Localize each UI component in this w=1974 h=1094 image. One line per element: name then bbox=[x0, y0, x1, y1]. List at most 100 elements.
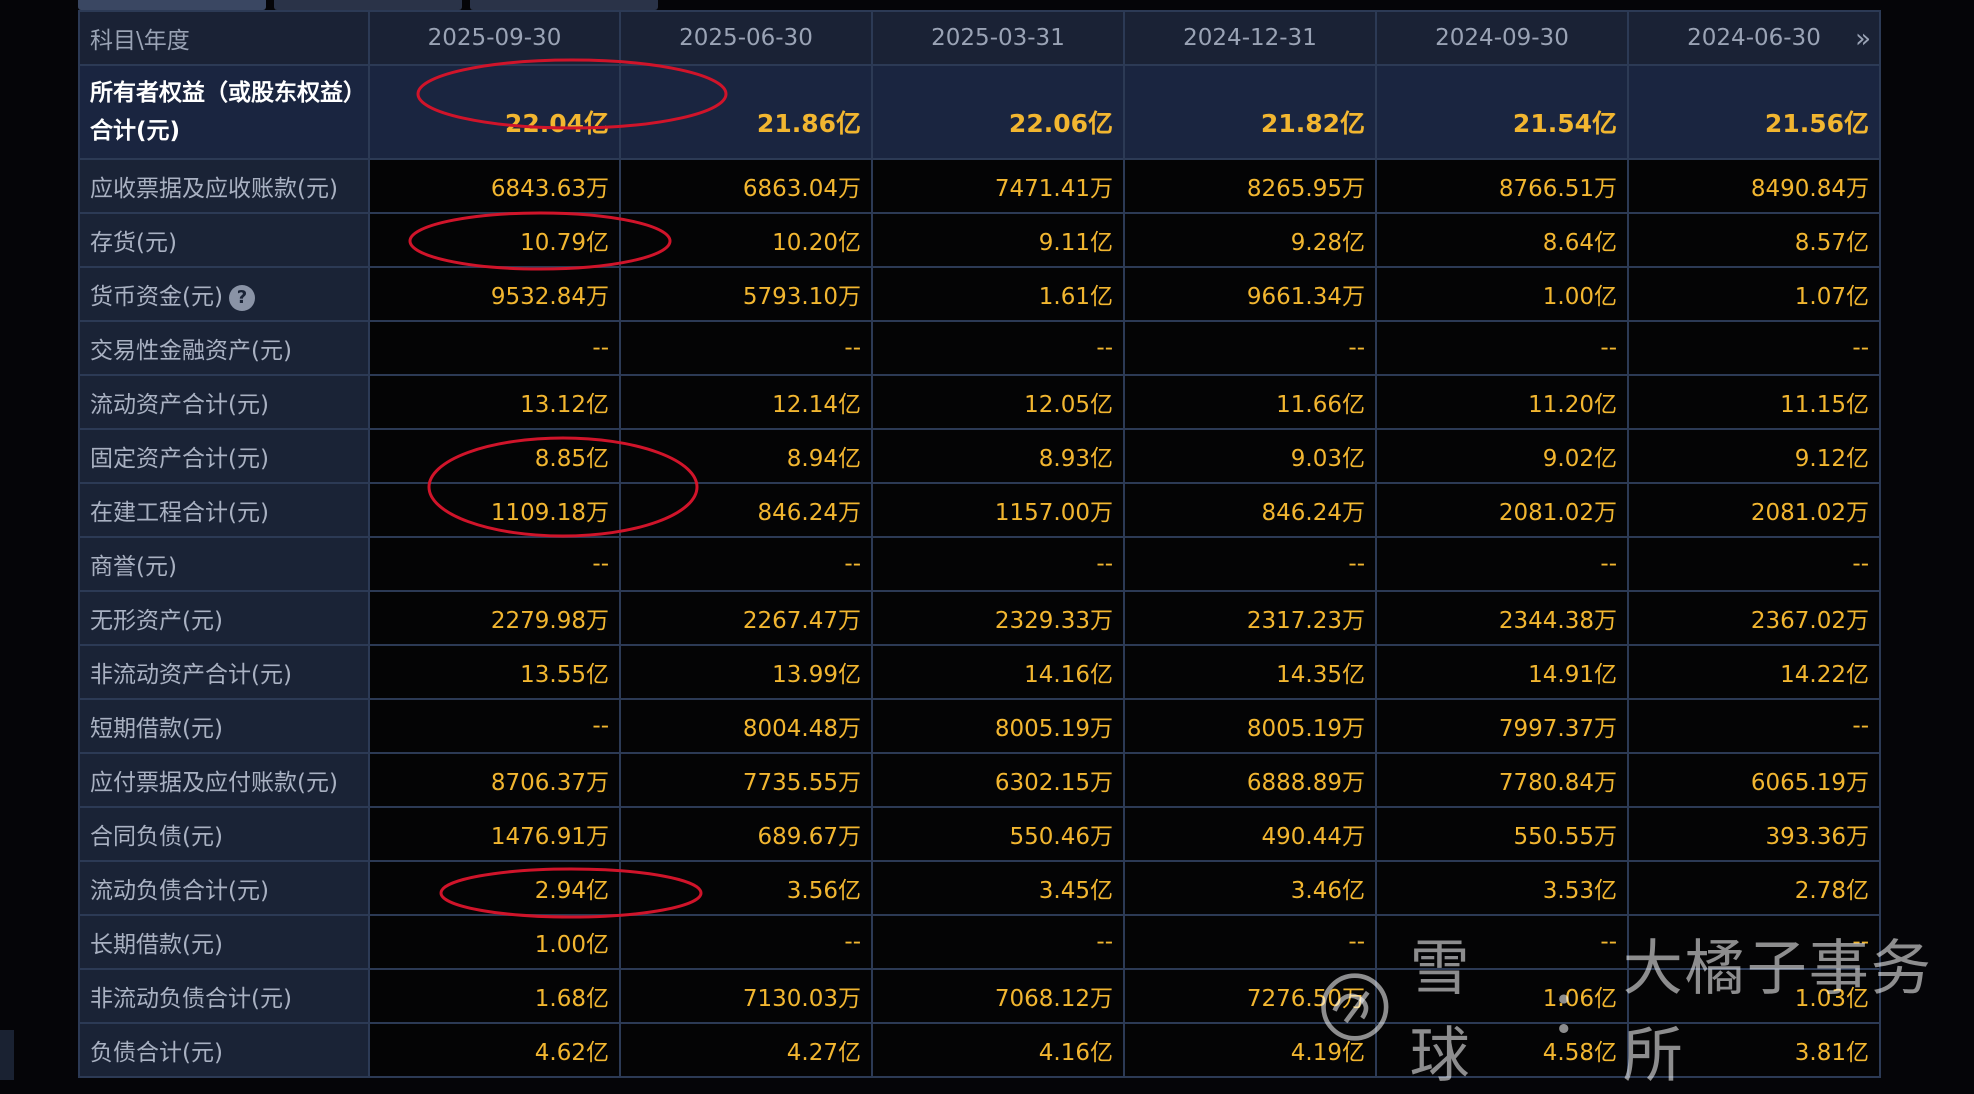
table-row[interactable]: 短期借款(元) -- 8004.48万 8005.19万 8005.19万 7997.37… bbox=[78, 698, 1881, 754]
value-cell: 8.94亿 bbox=[619, 428, 873, 484]
watermark-author: 大橘子事务所 bbox=[1622, 934, 1933, 1091]
value-cell: 8265.95万 bbox=[1123, 158, 1377, 214]
value-cell: 13.99亿 bbox=[619, 644, 873, 700]
row-label-cell: 货币资金(元)? bbox=[78, 266, 370, 322]
value-cell: 490.44万 bbox=[1123, 806, 1377, 862]
value-cell: 9.11亿 bbox=[871, 212, 1125, 268]
row-label-cell: 流动资产合计(元) bbox=[78, 374, 370, 430]
value-cell: 11.15亿 bbox=[1627, 374, 1881, 430]
value-cell: -- bbox=[871, 536, 1125, 592]
value-cell: 2.94亿 bbox=[368, 860, 621, 916]
value-cell: 12.14亿 bbox=[619, 374, 873, 430]
value-cell: 6888.89万 bbox=[1123, 752, 1377, 808]
value-cell: 7471.41万 bbox=[871, 158, 1125, 214]
value-cell: 2344.38万 bbox=[1375, 590, 1629, 646]
value-cell: -- bbox=[1375, 320, 1629, 376]
value-cell: 550.46万 bbox=[871, 806, 1125, 862]
value-cell: -- bbox=[1627, 320, 1881, 376]
value-cell: 8.64亿 bbox=[1375, 212, 1629, 268]
tab-active[interactable] bbox=[78, 0, 266, 10]
column-header-last[interactable]: 2024-06-30 » bbox=[1627, 10, 1881, 66]
value-cell: 22.06亿 bbox=[871, 64, 1125, 160]
value-cell: 1476.91万 bbox=[368, 806, 621, 862]
value-cell: -- bbox=[1627, 698, 1881, 754]
value-cell: 14.91亿 bbox=[1375, 644, 1629, 700]
value-cell: 6863.04万 bbox=[619, 158, 873, 214]
value-cell: 1157.00万 bbox=[871, 482, 1125, 538]
value-cell: 3.56亿 bbox=[619, 860, 873, 916]
table-row[interactable]: 交易性金融资产(元) -- -- -- -- -- -- bbox=[78, 320, 1881, 376]
value-cell: -- bbox=[619, 914, 873, 970]
value-cell: -- bbox=[1627, 536, 1881, 592]
value-cell: -- bbox=[368, 536, 621, 592]
value-cell: 8004.48万 bbox=[619, 698, 873, 754]
value-cell: -- bbox=[871, 914, 1125, 970]
value-cell: 21.56亿 bbox=[1627, 64, 1881, 160]
row-label-cell: 非流动负债合计(元) bbox=[78, 968, 370, 1024]
row-label: 短期借款(元) bbox=[90, 716, 223, 742]
table-row[interactable]: 长期借款(元) 1.00亿 -- -- -- -- -- bbox=[78, 914, 1881, 970]
value-cell: 4.16亿 bbox=[871, 1022, 1125, 1078]
tab[interactable] bbox=[274, 0, 462, 10]
balance-sheet-table: 科目\年度 2025-09-30 2025-06-30 2025-03-31 2… bbox=[78, 10, 1881, 1078]
row-label-cell: 商誉(元) bbox=[78, 536, 370, 592]
column-header[interactable]: 2025-06-30 bbox=[619, 10, 873, 66]
table-row[interactable]: 商誉(元) -- -- -- -- -- -- bbox=[78, 536, 1881, 592]
row-label: 长期借款(元) bbox=[90, 932, 223, 958]
side-panel-edge bbox=[0, 1030, 14, 1080]
column-header[interactable]: 2024-09-30 bbox=[1375, 10, 1629, 66]
table-row[interactable]: 存货(元) 10.79亿 10.20亿 9.11亿 9.28亿 8.64亿 8.57亿 bbox=[78, 212, 1881, 268]
value-cell: 10.79亿 bbox=[368, 212, 621, 268]
table-row[interactable]: 应收票据及应收账款(元) 6843.63万 6863.04万 7471.41万 8265… bbox=[78, 158, 1881, 214]
watermark: 雪球 ： 大橘子事务所 bbox=[1318, 934, 1974, 1091]
table-row[interactable]: 流动资产合计(元) 13.12亿 12.14亿 12.05亿 11.66亿 11.20亿 1… bbox=[78, 374, 1881, 430]
row-label: 存货(元) bbox=[90, 230, 177, 256]
row-label: 流动负债合计(元) bbox=[90, 878, 269, 904]
value-cell: 1.00亿 bbox=[368, 914, 621, 970]
row-label-cell: 短期借款(元) bbox=[78, 698, 370, 754]
value-cell: 12.05亿 bbox=[871, 374, 1125, 430]
row-label: 无形资产(元) bbox=[90, 608, 223, 634]
row-label-cell: 固定资产合计(元) bbox=[78, 428, 370, 484]
value-cell: 393.36万 bbox=[1627, 806, 1881, 862]
table-header-row: 科目\年度 2025-09-30 2025-06-30 2025-03-31 2… bbox=[78, 10, 1881, 66]
value-cell: 21.82亿 bbox=[1123, 64, 1377, 160]
table-row[interactable]: 非流动资产合计(元) 13.55亿 13.99亿 14.16亿 14.35亿 14.91亿… bbox=[78, 644, 1881, 700]
table-row[interactable]: 应付票据及应付账款(元) 8706.37万 7735.55万 6302.15万 6888… bbox=[78, 752, 1881, 808]
watermark-separator: ： bbox=[1548, 977, 1611, 1048]
value-cell: -- bbox=[871, 320, 1125, 376]
row-label: 交易性金融资产(元) bbox=[90, 338, 292, 364]
row-label: 非流动资产合计(元) bbox=[90, 662, 292, 688]
value-cell: 9.03亿 bbox=[1123, 428, 1377, 484]
value-cell: 1.00亿 bbox=[1375, 266, 1629, 322]
value-cell: 9532.84万 bbox=[368, 266, 621, 322]
row-label: 在建工程合计(元) bbox=[90, 500, 269, 526]
value-cell: 8005.19万 bbox=[871, 698, 1125, 754]
tab[interactable] bbox=[470, 0, 658, 10]
row-label-cell: 所有者权益（或股东权益）合计(元) bbox=[78, 64, 370, 160]
double-chevron-right-icon[interactable]: » bbox=[1855, 24, 1871, 54]
value-cell: -- bbox=[1123, 914, 1377, 970]
watermark-brand: 雪球 bbox=[1409, 934, 1472, 1091]
table-row[interactable]: 合同负债(元) 1476.91万 689.67万 550.46万 490.44万 550.… bbox=[78, 806, 1881, 862]
row-label: 固定资产合计(元) bbox=[90, 446, 269, 472]
question-circle-icon[interactable]: ? bbox=[228, 284, 255, 311]
value-cell: 22.04亿 bbox=[368, 64, 621, 160]
row-label: 流动资产合计(元) bbox=[90, 392, 269, 418]
table-row[interactable]: 所有者权益（或股东权益）合计(元) 22.04亿 21.86亿 22.06亿 21.82… bbox=[78, 64, 1881, 160]
table-row[interactable]: 在建工程合计(元) 1109.18万 846.24万 1157.00万 846.24万 2… bbox=[78, 482, 1881, 538]
column-header[interactable]: 2025-03-31 bbox=[871, 10, 1125, 66]
table-row[interactable]: 无形资产(元) 2279.98万 2267.47万 2329.33万 2317.23万 2… bbox=[78, 590, 1881, 646]
row-label-cell: 负债合计(元) bbox=[78, 1022, 370, 1078]
value-cell: 1.68亿 bbox=[368, 968, 621, 1024]
value-cell: 4.62亿 bbox=[368, 1022, 621, 1078]
value-cell: 2279.98万 bbox=[368, 590, 621, 646]
column-header[interactable]: 2025-09-30 bbox=[368, 10, 621, 66]
value-cell: 21.54亿 bbox=[1375, 64, 1629, 160]
table-row[interactable]: 流动负债合计(元) 2.94亿 3.56亿 3.45亿 3.46亿 3.53亿 2.78亿 bbox=[78, 860, 1881, 916]
column-header[interactable]: 2024-12-31 bbox=[1123, 10, 1377, 66]
table-row[interactable]: 货币资金(元)? 9532.84万 5793.10万 1.61亿 9661.34万 1.0… bbox=[78, 266, 1881, 322]
value-cell: -- bbox=[619, 536, 873, 592]
table-row[interactable]: 固定资产合计(元) 8.85亿 8.94亿 8.93亿 9.03亿 9.02亿 9.12亿 bbox=[78, 428, 1881, 484]
value-cell: 2317.23万 bbox=[1123, 590, 1377, 646]
